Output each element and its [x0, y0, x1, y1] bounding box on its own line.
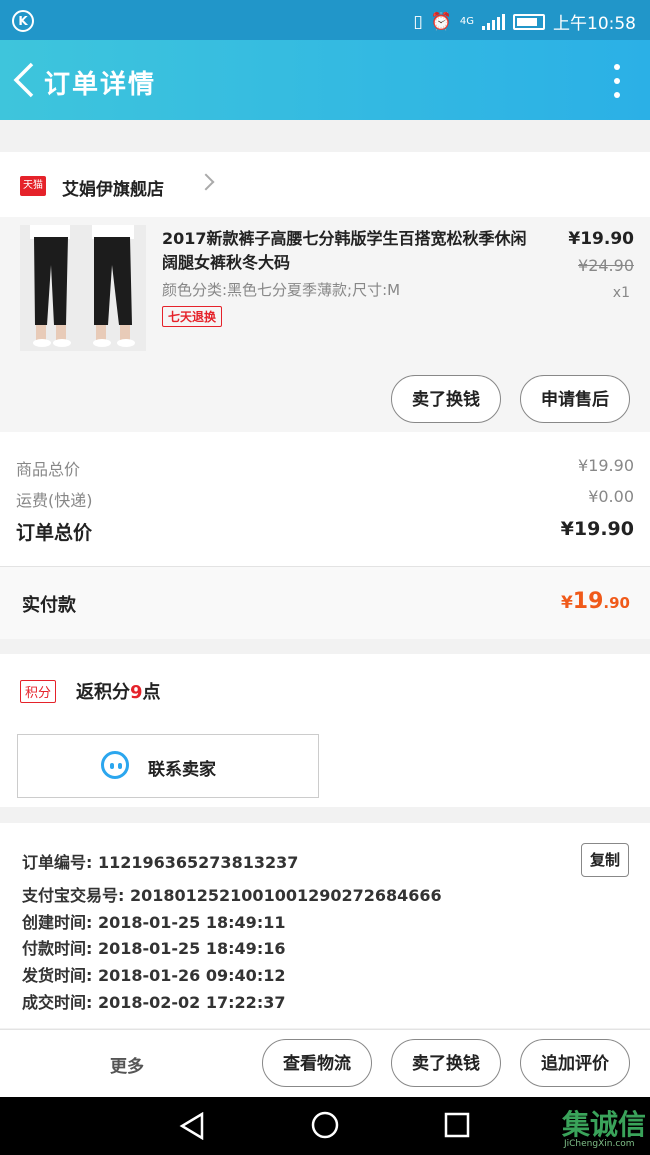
order-number: 订单编号: 112196365273813237	[22, 853, 299, 872]
created-time: 创建时间: 2018-01-25 18:49:11	[22, 913, 286, 932]
signal-icon	[482, 13, 505, 30]
watermark-logo: 集诚信 JiChengXin.com	[561, 1108, 646, 1149]
actual-payment-row: 实付款 ¥19.90	[0, 566, 650, 639]
app-bar: 订单详情	[0, 40, 650, 120]
completed-time: 成交时间: 2018-02-02 17:22:37	[22, 993, 286, 1012]
nav-home-icon[interactable]	[311, 1111, 339, 1139]
shop-name: 艾娟伊旗舰店	[62, 180, 164, 200]
product-title[interactable]: 2017新款裤子高腰七分韩版学生百搭宽松秋季休闲阔腿女裤秋冬大码	[162, 227, 532, 275]
tmall-logo: 天猫	[20, 176, 46, 196]
product-item[interactable]: 2017新款裤子高腰七分韩版学生百搭宽松秋季休闲阔腿女裤秋冬大码 颜色分类:黑色…	[0, 217, 650, 432]
battery-icon	[513, 13, 545, 30]
shop-row[interactable]: 天猫 艾娟伊旗舰店	[0, 152, 650, 217]
sell-exchange-button[interactable]: 卖了换钱	[391, 375, 501, 423]
order-total-value: ¥19.90	[560, 518, 634, 540]
sell-exchange-bottom-button[interactable]: 卖了换钱	[391, 1039, 501, 1087]
back-arrow-icon[interactable]	[12, 62, 42, 98]
shipped-time: 发货时间: 2018-01-26 09:40:12	[22, 966, 286, 985]
nav-recents-icon[interactable]	[444, 1112, 470, 1138]
amount-integer: 19	[572, 589, 604, 614]
more-options-icon[interactable]	[614, 64, 620, 98]
product-quantity: x1	[612, 285, 630, 301]
goods-total-value: ¥19.90	[578, 456, 634, 475]
currency-symbol: ¥	[560, 593, 573, 613]
points-badge: 积分	[20, 680, 57, 703]
view-logistics-button[interactable]: 查看物流	[262, 1039, 372, 1087]
add-review-button[interactable]: 追加评价	[520, 1039, 630, 1087]
carrier-app-icon: K	[12, 10, 34, 32]
network-type: 4G	[459, 16, 474, 27]
order-info: 订单编号: 112196365273813237 复制 支付宝交易号: 2018…	[0, 823, 650, 1028]
pants-photo-icon	[20, 225, 146, 351]
status-time: 上午10:58	[553, 14, 636, 34]
vibrate-icon: ▯	[413, 11, 423, 32]
chevron-right-icon	[197, 173, 215, 191]
price-summary: 商品总价 ¥19.90 运费(快递) ¥0.00 订单总价 ¥19.90	[0, 432, 650, 566]
contact-seller-button[interactable]: 联系卖家	[17, 734, 319, 798]
points-value: 9	[130, 682, 143, 703]
chat-face-icon	[101, 751, 129, 779]
goods-total-label: 商品总价	[16, 460, 81, 479]
order-total-label: 订单总价	[16, 522, 93, 544]
actual-payment-label: 实付款	[22, 595, 76, 616]
bottom-action-bar: 更多 查看物流 卖了换钱 追加评价	[0, 1029, 650, 1098]
shipping-label: 运费(快递)	[16, 491, 93, 510]
more-button[interactable]: 更多	[110, 1052, 144, 1077]
product-price: ¥19.90	[568, 229, 634, 249]
system-nav-bar: 集诚信 JiChengXin.com	[0, 1097, 650, 1155]
status-bar: K ▯ ⏰ 4G 上午10:58	[0, 0, 650, 40]
page-title: 订单详情	[44, 70, 157, 100]
product-original-price: ¥24.90	[578, 256, 634, 275]
points-prefix: 返积分	[76, 682, 130, 703]
seven-day-return-badge: 七天退换	[162, 306, 223, 327]
amount-decimal: .90	[603, 594, 630, 612]
apply-aftersale-button[interactable]: 申请售后	[520, 375, 630, 423]
paid-time: 付款时间: 2018-01-25 18:49:16	[22, 939, 286, 958]
points-section: 积分 返积分9点 联系卖家	[0, 654, 650, 807]
nav-back-icon[interactable]	[178, 1112, 206, 1140]
shipping-value: ¥0.00	[588, 487, 634, 506]
actual-payment-amount: ¥19.90	[561, 589, 630, 614]
points-suffix: 点	[142, 682, 161, 703]
product-image[interactable]	[20, 225, 146, 351]
product-spec: 颜色分类:黑色七分夏季薄款;尺寸:M	[162, 281, 401, 299]
copy-button[interactable]: 复制	[581, 843, 629, 877]
contact-seller-label: 联系卖家	[148, 760, 216, 780]
alarm-icon: ⏰	[430, 11, 452, 32]
points-text: 返积分9点	[76, 678, 161, 704]
alipay-trade-number: 支付宝交易号: 2018012521001001290272684666	[22, 886, 442, 905]
